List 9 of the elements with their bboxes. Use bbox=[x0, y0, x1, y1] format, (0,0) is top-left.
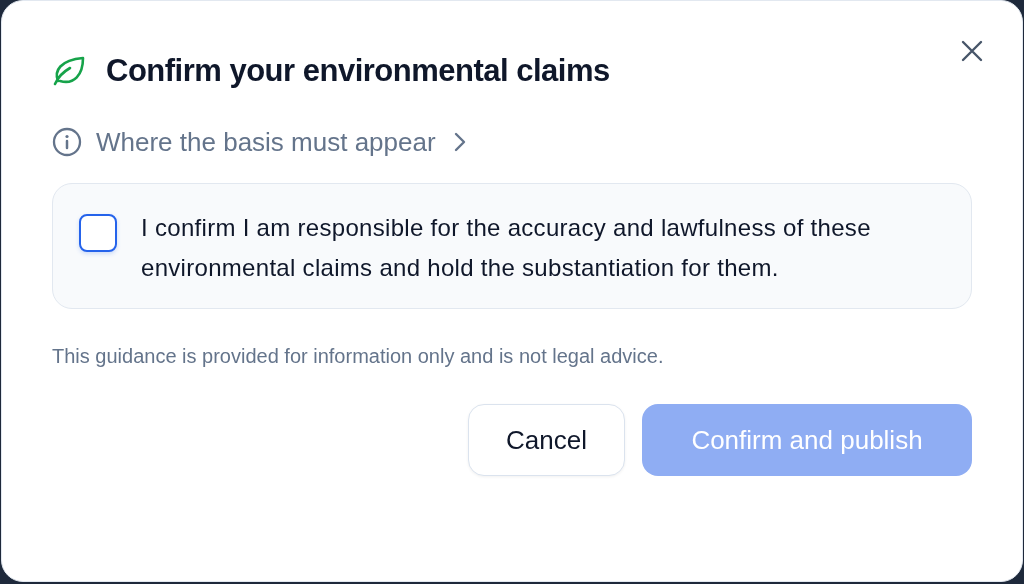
confirmation-text: I confirm I am responsible for the accuracy and lawfulness of these environmental claims and hold the substantiation for them. bbox=[141, 213, 872, 283]
leaf-icon bbox=[52, 55, 86, 87]
disclaimer-text: This guidance is provided for information only and is not legal advice. bbox=[52, 345, 665, 368]
info-link[interactable]: Where the basis must appear bbox=[96, 126, 466, 158]
dialog-title: Confirm your environmental claims bbox=[106, 53, 610, 89]
chevron-right-icon bbox=[453, 132, 466, 152]
info-icon bbox=[52, 127, 82, 157]
cancel-button[interactable]: Cancel bbox=[468, 404, 625, 476]
checkbox[interactable] bbox=[79, 214, 117, 252]
